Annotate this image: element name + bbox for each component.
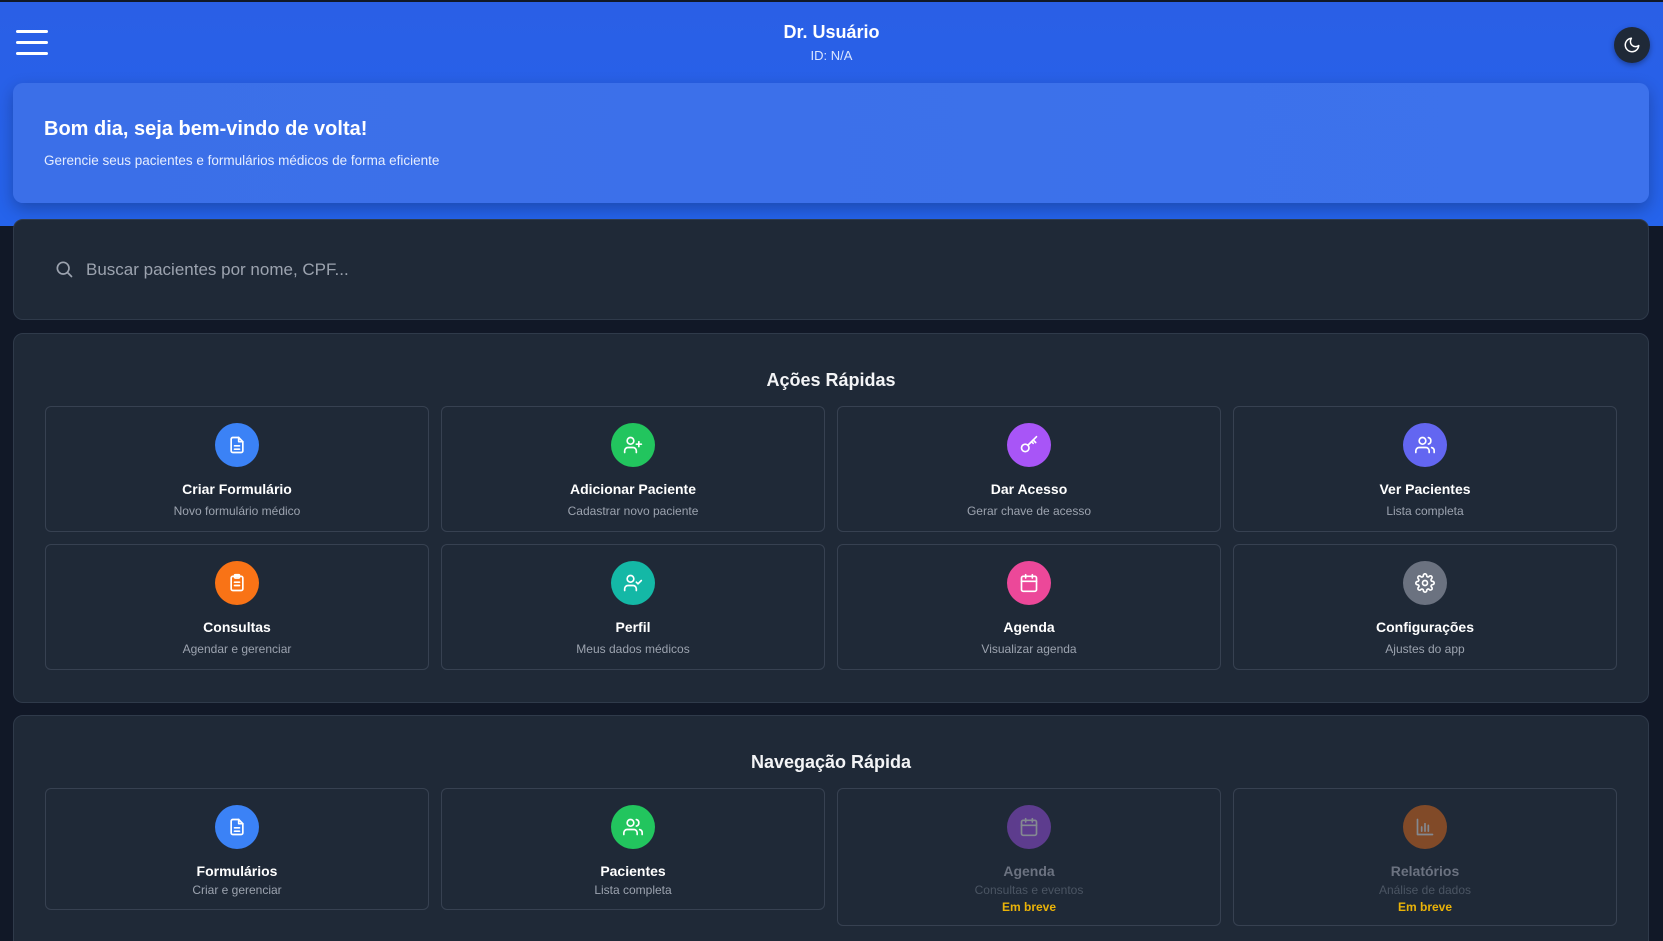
card-subtitle: Lista completa bbox=[594, 883, 672, 897]
card-subtitle: Gerar chave de acesso bbox=[966, 504, 1092, 518]
nav-reports: Relatórios Análise de dados Em breve bbox=[1233, 788, 1617, 926]
nav-agenda: Agenda Consultas e eventos Em breve bbox=[837, 788, 1221, 926]
quick-actions-title: Ações Rápidas bbox=[766, 370, 896, 390]
search-input[interactable] bbox=[86, 250, 986, 290]
card-title: Consultas bbox=[203, 619, 271, 635]
user-info: Dr. Usuário ID: N/A bbox=[0, 22, 1663, 63]
user-check-icon bbox=[611, 561, 655, 605]
card-title: Agenda bbox=[1003, 619, 1055, 635]
search-card bbox=[13, 219, 1649, 320]
user-plus-icon bbox=[611, 423, 655, 467]
file-text-icon bbox=[215, 423, 259, 467]
card-subtitle: Ajustes do app bbox=[1385, 642, 1465, 656]
clipboard-icon bbox=[215, 561, 259, 605]
card-subtitle: Criar e gerenciar bbox=[192, 883, 282, 897]
quick-actions-section: Ações Rápidas Criar Formulário Novo form… bbox=[13, 333, 1649, 703]
card-subtitle: Cadastrar novo paciente bbox=[567, 504, 699, 518]
action-create-form[interactable]: Criar Formulário Novo formulário médico bbox=[45, 406, 429, 532]
calendar-icon bbox=[1007, 805, 1051, 849]
moon-icon bbox=[1624, 37, 1640, 53]
welcome-title: Bom dia, seja bem-vindo de volta! bbox=[44, 118, 368, 140]
nav-forms[interactable]: Formulários Criar e gerenciar bbox=[45, 788, 429, 910]
card-title: Agenda bbox=[1003, 863, 1055, 879]
card-title: Relatórios bbox=[1390, 863, 1460, 879]
quick-nav-title: Navegação Rápida bbox=[750, 752, 912, 772]
coming-soon-badge: Em breve bbox=[1397, 900, 1453, 914]
gear-icon bbox=[1403, 561, 1447, 605]
app-header: Dr. Usuário ID: N/A bbox=[0, 2, 1663, 82]
card-subtitle: Agendar e gerenciar bbox=[182, 642, 292, 656]
coming-soon-badge: Em breve bbox=[1001, 900, 1057, 914]
bar-chart-icon bbox=[1403, 805, 1447, 849]
user-name: Dr. Usuário bbox=[783, 22, 880, 42]
card-subtitle: Visualizar agenda bbox=[981, 642, 1077, 656]
action-consultations[interactable]: Consultas Agendar e gerenciar bbox=[45, 544, 429, 670]
card-subtitle: Consultas e eventos bbox=[974, 883, 1084, 897]
quick-nav-section: Navegação Rápida Formulários Criar e ger… bbox=[13, 715, 1649, 941]
card-title: Perfil bbox=[615, 619, 651, 635]
card-title: Pacientes bbox=[600, 863, 666, 879]
action-view-patients[interactable]: Ver Pacientes Lista completa bbox=[1233, 406, 1617, 532]
card-title: Formulários bbox=[196, 863, 278, 879]
action-add-patient[interactable]: Adicionar Paciente Cadastrar novo pacien… bbox=[441, 406, 825, 532]
card-subtitle: Meus dados médicos bbox=[576, 642, 690, 656]
card-subtitle: Lista completa bbox=[1386, 504, 1464, 518]
card-title: Ver Pacientes bbox=[1379, 481, 1471, 497]
card-subtitle: Análise de dados bbox=[1378, 883, 1472, 897]
key-icon bbox=[1007, 423, 1051, 467]
user-id: ID: N/A bbox=[810, 48, 853, 63]
file-text-icon bbox=[215, 805, 259, 849]
action-settings[interactable]: Configurações Ajustes do app bbox=[1233, 544, 1617, 670]
theme-toggle-button[interactable] bbox=[1614, 27, 1650, 63]
card-title: Dar Acesso bbox=[990, 481, 1068, 497]
action-profile[interactable]: Perfil Meus dados médicos bbox=[441, 544, 825, 670]
users-icon bbox=[611, 805, 655, 849]
card-title: Configurações bbox=[1375, 619, 1474, 635]
card-subtitle: Novo formulário médico bbox=[173, 504, 301, 518]
action-agenda[interactable]: Agenda Visualizar agenda bbox=[837, 544, 1221, 670]
calendar-icon bbox=[1007, 561, 1051, 605]
nav-patients[interactable]: Pacientes Lista completa bbox=[441, 788, 825, 910]
welcome-banner: Bom dia, seja bem-vindo de volta! Gerenc… bbox=[13, 83, 1649, 203]
card-title: Criar Formulário bbox=[182, 481, 292, 497]
search-icon bbox=[56, 261, 73, 278]
card-title: Adicionar Paciente bbox=[569, 481, 697, 497]
action-give-access[interactable]: Dar Acesso Gerar chave de acesso bbox=[837, 406, 1221, 532]
welcome-subtitle: Gerencie seus pacientes e formulários mé… bbox=[44, 153, 440, 168]
users-icon bbox=[1403, 423, 1447, 467]
